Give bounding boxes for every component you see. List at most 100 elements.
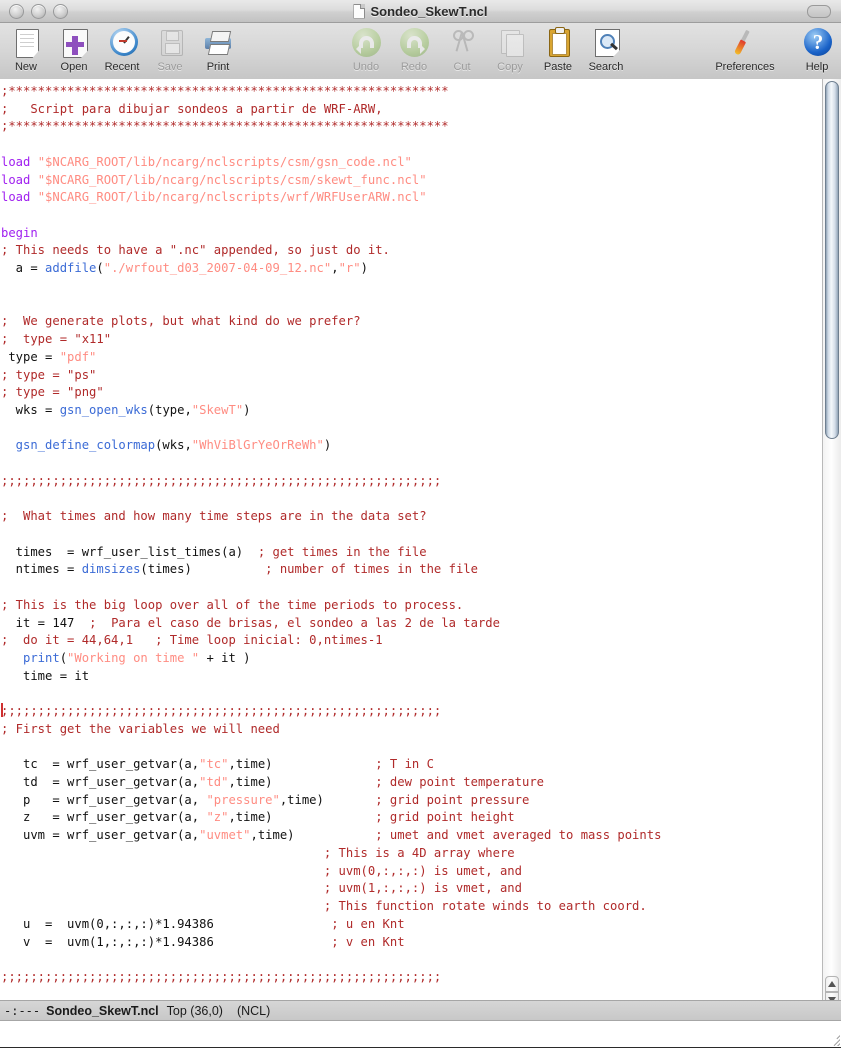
banner-comment: ;***************************************…	[1, 119, 449, 133]
code-span-var: ,time)	[228, 810, 375, 824]
resize-grip[interactable]	[825, 1031, 840, 1046]
toolbar-label-help: Help	[806, 61, 829, 73]
code-span-var: (wks,	[155, 438, 192, 452]
code-span-cmt: ; grid point pressure	[375, 793, 529, 807]
banner-comment: ;;;;;;;;;;;;;;;;;;;;;;;;;;;;;;;;;;;;;;;;…	[1, 474, 441, 488]
code-span-var: ntimes =	[1, 562, 82, 576]
toolbar-button-new[interactable]: New	[2, 26, 50, 73]
toolbar-button-preferences[interactable]: Preferences	[695, 26, 795, 73]
code-span-var: )	[243, 403, 250, 417]
clipboard-icon	[541, 27, 575, 60]
toolbar-button-redo[interactable]: Redo	[390, 26, 438, 73]
toolbar-label-copy: Copy	[497, 61, 523, 73]
code-line: ;***************************************…	[1, 83, 823, 101]
code-span-var: type =	[1, 350, 60, 364]
toolbar-toggle-pill[interactable]	[807, 5, 831, 18]
code-line: ​	[1, 579, 823, 597]
close-button[interactable]	[9, 4, 24, 19]
code-line: ; This function rotate winds to earth co…	[1, 898, 823, 916]
code-span-str: "WhViBlGrYeOrReWh"	[192, 438, 324, 452]
toolbar-button-cut[interactable]: Cut	[438, 26, 486, 73]
toolbar: New Open Recent Save Print Undo	[0, 23, 841, 80]
code-line: ​	[1, 951, 823, 969]
code-span-var: v = uvm(1,:,:,:)*1.94386	[1, 935, 331, 949]
code-span-var	[1, 881, 324, 895]
code-line: ; First get the variables we will need	[1, 721, 823, 739]
code-line: ; type = "ps"	[1, 367, 823, 385]
code-span-cmt: ; type = "x11"	[1, 332, 111, 346]
toolbar-button-copy[interactable]: Copy	[486, 26, 534, 73]
toolbar-button-undo[interactable]: Undo	[342, 26, 390, 73]
clock-icon	[105, 27, 139, 60]
toolbar-button-open[interactable]: Open	[50, 26, 98, 73]
code-span-var: time = it	[1, 669, 89, 683]
code-span-str: "r"	[339, 261, 361, 275]
code-span-cmt: ; We generate plots, but what kind do we…	[1, 314, 361, 328]
code-span-cmt: ; get times in the file	[258, 545, 427, 559]
modeline-filename: Sondeo_SkewT.ncl	[46, 1004, 159, 1018]
code-span-var: ,	[331, 261, 338, 275]
modeline-dashes: -:---	[4, 1004, 40, 1018]
code-span-fn: dimsizes	[82, 562, 141, 576]
code-line: ;***************************************…	[1, 118, 823, 136]
code-line: ; Script para dibujar sondeos a partir d…	[1, 101, 823, 119]
code-span-var	[1, 899, 324, 913]
title-bar[interactable]: Sondeo_SkewT.ncl	[0, 0, 841, 23]
toolbar-label-preferences: Preferences	[715, 61, 774, 73]
code-span-kw: begin	[1, 226, 38, 240]
code-span-var	[1, 846, 324, 860]
toolbar-label-save: Save	[157, 61, 182, 73]
code-line: tc = wrf_user_getvar(a,"tc",time) ; T in…	[1, 756, 823, 774]
code-span-cmt: ; grid point height	[375, 810, 514, 824]
scrollbar-thumb[interactable]	[825, 81, 839, 439]
code-span-cmt: ; What times and how many time steps are…	[1, 509, 427, 523]
toolbar-label-open: Open	[61, 61, 88, 73]
code-span-var: )	[324, 438, 331, 452]
code-span-var: (times)	[140, 562, 265, 576]
code-line: ​	[1, 278, 823, 296]
minimize-button[interactable]	[31, 4, 46, 19]
source-code[interactable]: ;***************************************…	[0, 79, 823, 1009]
code-line: ​	[1, 136, 823, 154]
code-span-cmt: ; umet and vmet averaged to mass points	[375, 828, 661, 842]
toolbar-button-search[interactable]: Search	[582, 26, 630, 73]
toolbar-label-undo: Undo	[353, 61, 379, 73]
code-span-str: "td"	[199, 775, 228, 789]
toolbar-button-recent[interactable]: Recent	[98, 26, 146, 73]
vertical-scrollbar[interactable]	[822, 79, 841, 1009]
scroll-up-arrow[interactable]	[825, 976, 839, 992]
code-span-var: tc = wrf_user_getvar(a,	[1, 757, 199, 771]
code-line: a = addfile("./wrfout_d03_2007-04-09_12.…	[1, 260, 823, 278]
code-span-str: "$NCARG_ROOT/lib/ncarg/nclscripts/wrf/WR…	[38, 190, 427, 204]
toolbar-button-help[interactable]: ? Help	[795, 26, 839, 73]
code-line: ; This is a 4D array where	[1, 845, 823, 863]
code-span-var: ,time)	[251, 828, 376, 842]
toolbar-label-print: Print	[207, 61, 230, 73]
code-span-var: times = wrf_user_list_times(a)	[1, 545, 258, 559]
toolbar-button-paste[interactable]: Paste	[534, 26, 582, 73]
code-span-var: ,time)	[280, 793, 375, 807]
application-window: Sondeo_SkewT.ncl New Open Recent Save	[0, 0, 841, 1048]
toolbar-button-save[interactable]: Save	[146, 26, 194, 73]
code-span-cmt: ; First get the variables we will need	[1, 722, 280, 736]
zoom-button[interactable]	[53, 4, 68, 19]
code-line: ​	[1, 739, 823, 757]
code-span-kw: load	[1, 173, 38, 187]
code-span-cmt: ; v en Knt	[331, 935, 404, 949]
toolbar-label-recent: Recent	[105, 61, 140, 73]
toolbar-button-print[interactable]: Print	[194, 26, 242, 73]
code-span-kw: load	[1, 190, 38, 204]
toolbar-label-new: New	[15, 61, 37, 73]
code-span-var: (type,	[148, 403, 192, 417]
code-span-str: "$NCARG_ROOT/lib/ncarg/nclscripts/csm/gs…	[38, 155, 412, 169]
code-span-cmt: ; type = "png"	[1, 385, 104, 399]
code-line: ; This is the big loop over all of the t…	[1, 597, 823, 615]
code-line: ​	[1, 455, 823, 473]
question-mark-icon: ?	[800, 27, 834, 60]
toolbar-label-paste: Paste	[544, 61, 572, 73]
printer-icon	[201, 27, 235, 60]
editor-buffer[interactable]: ;***************************************…	[0, 79, 823, 1009]
code-span-var: ,time)	[228, 775, 375, 789]
banner-comment: ;;;;;;;;;;;;;;;;;;;;;;;;;;;;;;;;;;;;;;;;…	[1, 704, 441, 718]
code-line: ; type = "x11"	[1, 331, 823, 349]
